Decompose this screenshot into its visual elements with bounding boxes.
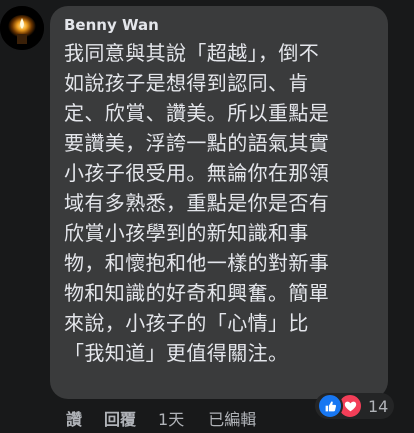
avatar[interactable]: [0, 6, 44, 50]
comment-text-line: 域有多熟悉，重點是你是否有: [64, 191, 330, 215]
comment-text-line: 小孩子很受用。無論你在那領: [64, 161, 330, 185]
comment-text-line: 定、欣賞、讚美。所以重點是: [64, 101, 330, 125]
comment-text: 我同意與其說「超越」，倒不 如說孩子是想得到認同、肯 定、欣賞、讚美。所以重點是…: [64, 38, 376, 368]
comment-thread: Benny Wan 我同意與其說「超越」，倒不 如說孩子是想得到認同、肯 定、欣…: [0, 0, 414, 433]
edited-label[interactable]: 已編輯: [208, 406, 256, 430]
reaction-count: 14: [368, 396, 389, 416]
comment-text-line: 如說孩子是想得到認同、肯: [64, 71, 309, 95]
avatar-candle-image: [0, 6, 44, 50]
like-button[interactable]: 讚: [66, 406, 82, 430]
comment-bubble: Benny Wan 我同意與其說「超越」，倒不 如說孩子是想得到認同、肯 定、欣…: [50, 6, 388, 399]
comment-author-name[interactable]: Benny Wan: [64, 16, 376, 34]
comment-text-line: 我同意與其說「超越」，倒不: [64, 41, 320, 65]
comment-text-line: 物和知識的好奇和興奮。簡單: [64, 281, 330, 305]
comment-text-line: 物，和懷抱和他一樣的對新事: [64, 251, 330, 275]
comment-timestamp[interactable]: 1天: [158, 406, 184, 430]
reaction-summary[interactable]: 14: [315, 393, 395, 419]
comment-text-line: 欣賞小孩學到的新知識和事: [64, 221, 309, 245]
like-icon: [317, 393, 343, 419]
reply-button[interactable]: 回覆: [104, 406, 136, 430]
comment-text-line: 來說，小孩子的「心情」比: [64, 311, 309, 335]
comment-actions: 讚 回覆 1天 已編輯: [66, 406, 256, 430]
comment-text-line: 要讚美，浮誇一點的語氣其實: [64, 131, 330, 155]
comment-text-line: 「我知道」更值得關注。: [64, 341, 289, 365]
